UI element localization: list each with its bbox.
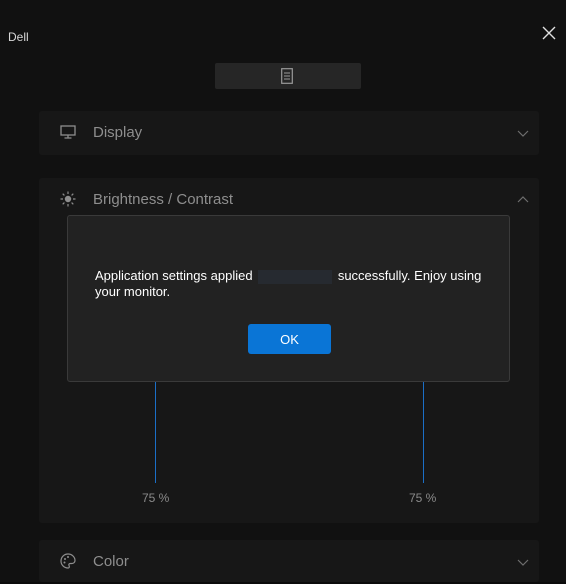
brightness-slider[interactable] (155, 378, 156, 483)
chevron-down-icon[interactable] (517, 556, 529, 568)
document-icon (281, 68, 293, 84)
section-display[interactable]: Display (39, 111, 539, 155)
contrast-slider[interactable] (423, 378, 424, 483)
close-icon[interactable] (540, 24, 558, 42)
redacted-text (258, 269, 333, 284)
app-title: Dell (8, 30, 29, 44)
dialog-message: Application settings applied successfull… (95, 268, 495, 299)
section-brightness-label: Brightness / Contrast (93, 191, 234, 208)
brightness-value: 75 % (142, 491, 170, 505)
palette-icon (60, 553, 76, 569)
dialog-message-part1: Application settings applied (95, 268, 253, 283)
section-display-label: Display (93, 124, 143, 141)
preset-bar[interactable] (215, 63, 361, 89)
section-color-label: Color (93, 553, 129, 570)
chevron-down-icon[interactable] (517, 127, 529, 139)
brightness-icon (60, 191, 76, 207)
section-color-header[interactable]: Color (39, 540, 539, 584)
contrast-value: 75 % (409, 491, 437, 505)
confirmation-dialog: Application settings applied successfull… (67, 215, 510, 382)
monitor-icon (60, 125, 76, 139)
app-window: Dell Display Brightness / Contrast 75 % … (0, 0, 566, 582)
ok-button[interactable]: OK (248, 324, 331, 354)
section-color[interactable]: Color (39, 540, 539, 582)
section-display-header[interactable]: Display (39, 111, 539, 155)
chevron-up-icon[interactable] (517, 194, 529, 206)
